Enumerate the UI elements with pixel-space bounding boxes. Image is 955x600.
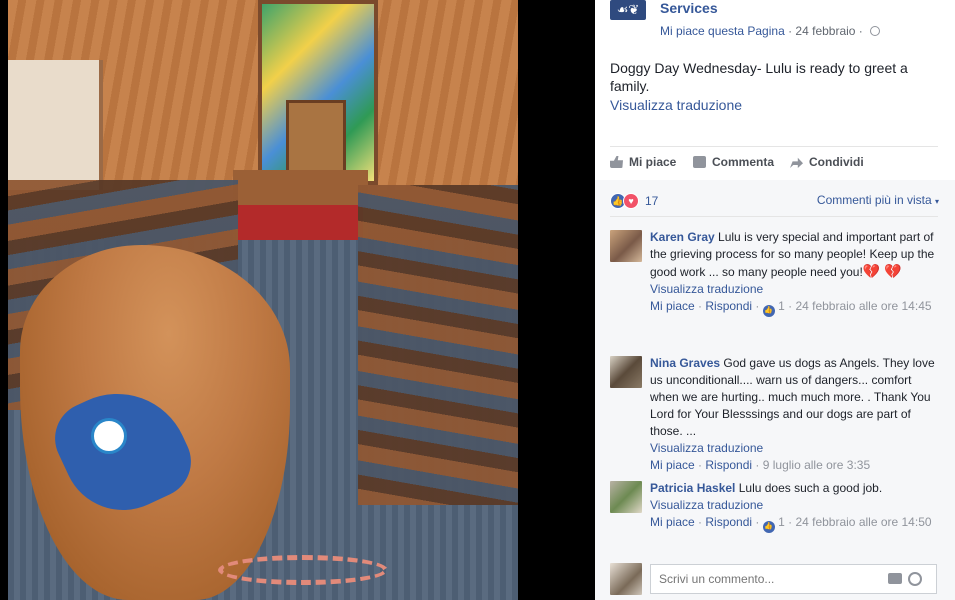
post-text: Doggy Day Wednesday- Lulu is ready to gr…	[610, 60, 908, 94]
comment-like-link[interactable]: Mi piace	[650, 458, 695, 472]
photo-vest-badge	[91, 418, 127, 454]
thumbs-up-icon: 👍	[762, 305, 775, 317]
broken-heart-emoji: 💔 💔	[862, 263, 902, 279]
comment-reply-link[interactable]: Rispondi	[705, 515, 752, 529]
comment-time[interactable]: 9 luglio alle ore 3:35	[763, 458, 870, 472]
comment-meta: Mi piace · Rispondi · 👍 1 · 24 febbraio …	[650, 515, 932, 533]
page-name[interactable]: Services	[660, 0, 718, 16]
comment-author[interactable]: Nina Graves	[650, 356, 720, 370]
comment-reply-link[interactable]: Rispondi	[705, 299, 752, 313]
comment-composer	[610, 563, 940, 595]
comment-meta: Mi piace · Rispondi · 9 luglio alle ore …	[650, 458, 871, 472]
page-header: ☙❦ Services Mi piace questa Pagina · 24 …	[610, 0, 950, 44]
sort-label: Commenti più in vista	[816, 193, 932, 207]
comments-area: 👍 ♥ 17 Commenti più in vista ▾ Karen Gra…	[595, 180, 955, 600]
comment-reply-link[interactable]: Rispondi	[705, 458, 752, 472]
comment-like-link[interactable]: Mi piace	[650, 515, 695, 529]
post-photo[interactable]	[8, 0, 518, 600]
comment-body: Karen Gray Lulu is very special and impo…	[650, 229, 940, 317]
divider	[610, 216, 938, 217]
photo-curtain	[238, 205, 363, 243]
share-button[interactable]: Condividi	[790, 155, 864, 169]
camera-icon[interactable]	[888, 573, 902, 584]
meta-separator: ·	[784, 24, 796, 38]
comment-like-link[interactable]: Mi piace	[650, 299, 695, 313]
like-label: Mi piace	[629, 155, 677, 169]
page-meta: Mi piace questa Pagina · 24 febbraio ·	[660, 24, 881, 38]
comment-like-count: 1	[778, 299, 785, 313]
thumbs-up-icon	[610, 156, 623, 168]
comment-time[interactable]: 24 febbraio alle ore 14:45	[795, 299, 931, 313]
comment-icon	[693, 156, 706, 168]
globe-icon	[870, 26, 881, 36]
comment-label: Commenta	[712, 155, 775, 169]
like-button[interactable]: Mi piace	[610, 155, 676, 169]
comment-text: Lulu does such a good job.	[738, 481, 883, 495]
comment-body: Nina Graves God gave us dogs as Angels. …	[650, 355, 940, 474]
comment-like-count: 1	[778, 515, 785, 529]
share-label: Condividi	[809, 155, 864, 169]
comment-author[interactable]: Patricia Haskel	[650, 481, 735, 495]
post-date[interactable]: 24 febbraio	[795, 24, 855, 38]
comments-sort-dropdown[interactable]: Commenti più in vista ▾	[817, 193, 939, 207]
thumbs-up-icon: 👍	[762, 521, 775, 533]
photo-leash	[218, 555, 388, 585]
avatar[interactable]	[610, 481, 642, 513]
photo-chairs-right	[358, 185, 518, 505]
page-logo-icon[interactable]: ☙❦	[610, 0, 646, 20]
like-page-link[interactable]: Mi piace questa Pagina	[660, 24, 785, 38]
comment-translation-link[interactable]: Visualizza traduzione	[650, 282, 763, 296]
reactions-count: 17	[645, 194, 659, 208]
comment-translation-link[interactable]: Visualizza traduzione	[650, 441, 763, 455]
post-actions: Mi piace Commenta Condividi	[610, 155, 940, 173]
separator-2: ·	[855, 24, 867, 38]
reactions-summary[interactable]: 👍 ♥ 17	[610, 192, 658, 210]
post-side-panel: ☙❦ Services Mi piace questa Pagina · 24 …	[595, 0, 955, 600]
love-reaction-icon: ♥	[623, 193, 639, 209]
comment-translation-link[interactable]: Visualizza traduzione	[650, 498, 763, 512]
avatar	[610, 563, 642, 595]
comment-body: Patricia Haskel Lulu does such a good jo…	[650, 480, 940, 533]
post-translation-link[interactable]: Visualizza traduzione	[610, 97, 742, 113]
comment-author[interactable]: Karen Gray	[650, 230, 715, 244]
comment-meta: Mi piace · Rispondi · 👍 1 · 24 febbraio …	[650, 299, 932, 317]
avatar[interactable]	[610, 356, 642, 388]
share-icon	[790, 157, 803, 168]
avatar[interactable]	[610, 230, 642, 262]
comment-time[interactable]: 24 febbraio alle ore 14:50	[795, 515, 931, 529]
chevron-down-icon: ▾	[934, 197, 939, 206]
comment-button[interactable]: Commenta	[693, 155, 774, 169]
emoji-icon[interactable]	[908, 572, 922, 586]
photo-window	[8, 60, 103, 190]
divider	[610, 146, 938, 147]
